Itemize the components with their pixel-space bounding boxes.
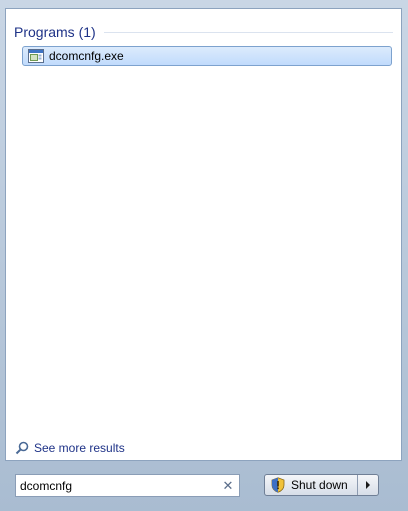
search-input[interactable] (16, 476, 221, 495)
chevron-right-icon (365, 476, 371, 494)
result-label: dcomcnfg.exe (49, 49, 124, 63)
see-more-results-link[interactable]: See more results (15, 440, 125, 456)
shutdown-label: Shut down (291, 478, 348, 492)
search-results-panel: Programs (1) dcomcnfg.exe See more resul… (5, 8, 402, 461)
see-more-label: See more results (34, 441, 125, 455)
shutdown-split-button: Shut down (264, 474, 379, 496)
section-divider (103, 31, 393, 33)
section-title: Programs (1) (14, 24, 96, 40)
uac-shield-icon (271, 477, 285, 493)
search-icon (15, 441, 29, 455)
result-item-dcomcnfg[interactable]: dcomcnfg.exe (22, 46, 392, 66)
start-menu: Programs (1) dcomcnfg.exe See more resul… (0, 0, 408, 511)
close-icon[interactable]: ✕ (221, 478, 235, 493)
app-window-icon (28, 49, 44, 63)
shutdown-options-button[interactable] (357, 475, 378, 495)
results-section-header: Programs (1) (14, 22, 393, 42)
search-box[interactable]: ✕ (15, 474, 240, 497)
shutdown-button[interactable]: Shut down (265, 475, 357, 495)
